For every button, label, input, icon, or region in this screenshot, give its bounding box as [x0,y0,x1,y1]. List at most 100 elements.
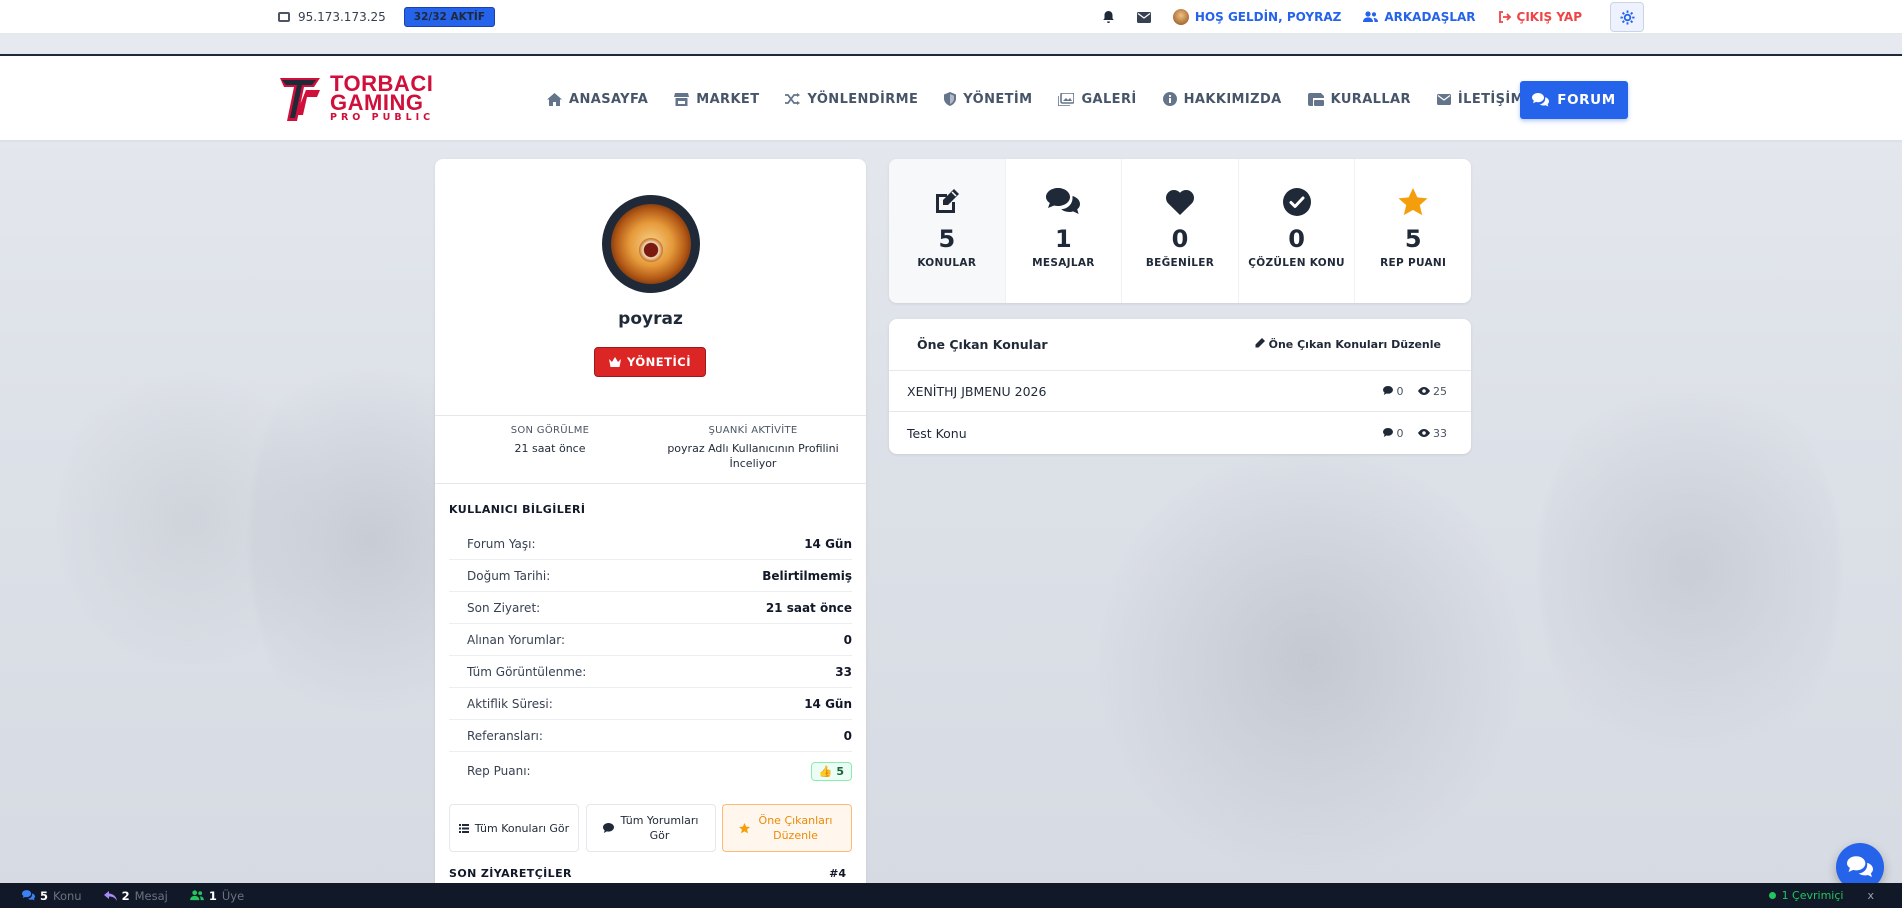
nav-item-anasayfa[interactable]: ANASAYFA [547,92,648,107]
eye-icon [1417,429,1430,437]
nav-item-market[interactable]: MARKET [674,92,759,107]
shield-icon [944,92,957,106]
featured-topic-title[interactable]: Test Konu [907,426,967,441]
store-icon [674,92,690,106]
last-seen-label: SON GÖRÜLME [510,425,590,436]
profile-card: poyraz YÖNETİCİ SON GÖRÜLME 21 saat önce… [435,159,866,908]
comments-icon [1046,188,1081,214]
info-row-rep: Rep Puanı: 👍 5 [449,752,852,790]
forum-button[interactable]: FORUM [1520,81,1628,119]
notifications-icon[interactable] [1102,10,1115,24]
gear-icon [1619,9,1635,25]
messages-envelope-icon[interactable] [1136,11,1151,23]
users-icon [1363,11,1379,22]
info-row-total-views: Tüm Görüntülenme: 33 [449,656,852,688]
stat-topics[interactable]: 5 KONULAR [889,159,1006,303]
all-comments-button[interactable]: Tüm Yorumları Gör [586,804,716,852]
comment-count: 0 [1383,385,1404,398]
footer-messages[interactable]: 2 Mesaj [103,889,168,903]
recent-visitors-title: SON ZİYARETÇİLER [449,867,572,880]
profile-avatar[interactable] [602,195,700,293]
welcome-user-link[interactable]: HOŞ GELDİN, POYRAZ [1172,9,1342,25]
server-icon [278,12,290,22]
stat-likes[interactable]: 0 BEĞENİLER [1122,159,1239,303]
reply-icon [103,890,117,901]
online-dot-icon [1768,892,1776,899]
bottom-stats-bar: 5 Konu 2 Mesaj 1 Üye 1 Çevrimiçi x [0,883,1902,908]
view-count: 25 [1417,385,1447,398]
featured-topics-card: Öne Çıkan Konular Öne Çıkan Konuları Düz… [889,319,1471,454]
featured-topic-row[interactable]: Test Konu 0 33 [889,413,1471,454]
pencil-icon [1255,338,1265,348]
current-activity-label: ŞUANKİ AKTİVİTE [708,425,798,436]
main-navbar: TORBACI GAMING PRO PUBLIC ANASAYFA MARKE… [0,54,1902,140]
close-icon[interactable]: x [1867,889,1874,902]
all-topics-button[interactable]: Tüm Konuları Gör [449,804,579,852]
edit-icon [935,189,959,213]
info-icon [1162,92,1177,106]
featured-topic-row[interactable]: XENİTHJ JBMENU 2026 0 25 [889,371,1471,412]
list-icon [458,823,469,833]
settings-gear-button[interactable] [1610,2,1644,32]
nav-item-galeri[interactable]: GALERİ [1058,92,1136,107]
profile-username: poyraz [618,309,683,329]
server-ip[interactable]: 95.173.173.25 [298,10,386,24]
envelope-icon [1436,93,1451,105]
logo-mark-icon [280,78,320,121]
current-activity-value: poyraz Adlı Kullanıcının Profilini İncel… [667,442,839,470]
site-logo[interactable]: TORBACI GAMING PRO PUBLIC [278,71,458,126]
nav-item-yonlendirme[interactable]: YÖNLENDİRME [785,92,918,107]
star-icon [1398,187,1428,215]
last-seen-block: SON GÖRÜLME 21 saat önce [455,425,645,456]
lion-avatar-image [611,204,691,284]
nav-item-hakkimizda[interactable]: HAKKIMIZDA [1162,92,1282,107]
nav-item-iletisim[interactable]: İLETİŞİM [1436,92,1524,107]
top-bar: 95.173.173.25 32/32 AKTİF HOŞ GELDİN, PO… [0,0,1902,34]
edit-featured-button[interactable]: Öne Çıkanları Düzenle [722,804,852,852]
rules-icon [1307,92,1324,106]
active-players-badge: 32/32 AKTİF [403,7,496,27]
nav-item-kurallar[interactable]: KURALLAR [1307,92,1411,107]
comment-icon [602,823,614,833]
info-row-last-visit: Son Ziyaret: 21 saat önce [449,592,852,624]
footer-topics[interactable]: 5 Konu [22,889,82,903]
stat-messages[interactable]: 1 MESAJLAR [1006,159,1123,303]
comment-count: 0 [1383,427,1404,440]
edit-featured-link[interactable]: Öne Çıkan Konuları Düzenle [1255,338,1441,351]
rep-pill: 👍 5 [810,761,852,781]
last-seen-value: 21 saat önce [514,442,586,455]
info-row-received-comments: Alınan Yorumlar: 0 [449,624,852,656]
welcome-label: HOŞ GELDİN, POYRAZ [1194,10,1342,24]
logout-link[interactable]: ÇIKIŞ YAP [1498,10,1582,24]
stat-solved[interactable]: 0 ÇÖZÜLEN KONU [1239,159,1356,303]
forum-button-label: FORUM [1557,92,1616,108]
comment-icon [1383,385,1393,395]
stats-card: 5 KONULAR 1 MESAJLAR 0 BEĞENİLER 0 ÇÖZÜL… [889,159,1471,303]
logo-text: TORBACI GAMING [330,71,434,115]
logout-icon [1498,11,1511,23]
images-icon [1058,92,1075,106]
footer-members[interactable]: 1 Üye [189,889,244,903]
home-icon [547,92,562,106]
stat-rep[interactable]: 5 REP PUANI [1355,159,1471,303]
nav-item-yonetim[interactable]: YÖNETİM [944,92,1032,107]
comments-icon [1532,93,1550,107]
current-activity-block: ŞUANKİ AKTİVİTE poyraz Adlı Kullanıcının… [658,425,848,471]
online-indicator[interactable]: 1 Çevrimiçi x [1768,883,1874,908]
info-row-activity-time: Aktiflik Süresi: 14 Gün [449,688,852,720]
check-circle-icon [1282,188,1311,216]
featured-title: Öne Çıkan Konular [917,337,1048,352]
nav-menu: ANASAYFA MARKET YÖNLENDİRME YÖNETİM GALE… [547,56,1550,142]
friends-link[interactable]: ARKADAŞLAR [1363,10,1476,24]
info-row-birthdate: Doğum Tarihi: Belirtilmemiş [449,560,852,592]
star-icon [738,822,750,833]
view-count: 33 [1417,427,1447,440]
comment-icon [1383,428,1393,437]
featured-topic-title[interactable]: XENİTHJ JBMENU 2026 [907,384,1046,399]
shuffle-icon [785,93,801,105]
heart-icon [1165,189,1194,215]
role-badge: YÖNETİCİ [594,347,706,377]
user-info-title: KULLANICI BİLGİLERİ [449,503,586,516]
online-label: 1 Çevrimiçi [1781,889,1844,902]
crown-icon [608,357,621,367]
